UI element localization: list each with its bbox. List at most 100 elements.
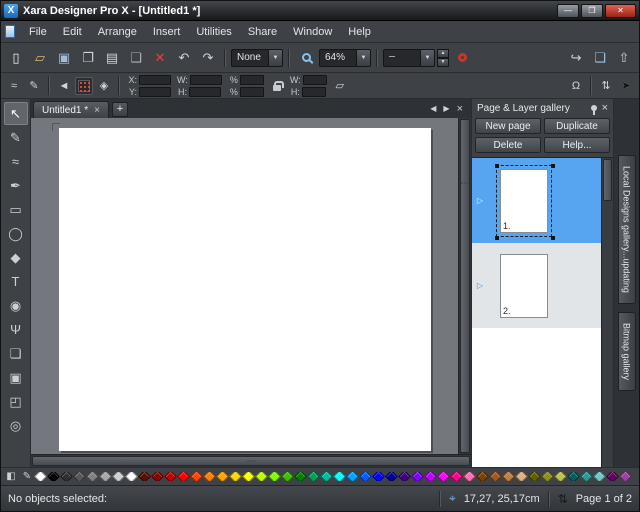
export-drawing-icon[interactable]: ↪ (565, 47, 587, 69)
color-swatch[interactable] (437, 472, 450, 481)
save-icon[interactable]: ▣ (53, 47, 75, 69)
back-arrow-icon[interactable]: ◄ (55, 77, 73, 95)
pen-tool[interactable]: ✒ (4, 174, 28, 197)
y-position-field[interactable] (139, 87, 171, 97)
color-swatch[interactable] (34, 472, 47, 481)
duplicate-icon[interactable]: ❏ (125, 47, 147, 69)
color-swatch[interactable] (125, 472, 138, 481)
page-thumbnail[interactable]: 2. (500, 254, 548, 318)
gallery-button[interactable]: Duplicate (544, 118, 610, 134)
web-preview-icon[interactable]: ❏ (589, 47, 611, 69)
canvas[interactable] (31, 118, 458, 454)
red-circle-icon[interactable] (451, 47, 473, 69)
gallery-close-icon[interactable]: × (602, 102, 608, 114)
selector-tool[interactable]: ↖ (4, 102, 28, 125)
copy-icon[interactable]: ❐ (77, 47, 99, 69)
delete-icon[interactable]: ✕ (149, 47, 171, 69)
shadow-tool[interactable]: ❏ (4, 342, 28, 365)
color-swatch[interactable] (281, 472, 294, 481)
color-swatch[interactable] (99, 472, 112, 481)
stroke-width-dropdown[interactable]: None ▼ (231, 49, 283, 67)
feather-stepper[interactable]: ▲ ▼ (437, 49, 449, 67)
new-tab-button[interactable]: + (112, 102, 128, 117)
fill-tool[interactable]: ◉ (4, 294, 28, 317)
next-tab-icon[interactable]: ▶ (443, 104, 449, 113)
zoom-level-dropdown[interactable]: 64% ▼ (319, 49, 371, 67)
skew-icon[interactable]: ▱ (331, 77, 349, 95)
menu-item[interactable]: Arrange (90, 23, 145, 41)
color-swatch[interactable] (216, 472, 229, 481)
vertical-scrollbar[interactable] (458, 118, 471, 454)
color-swatch[interactable] (463, 472, 476, 481)
gallery-button[interactable]: New page (475, 118, 541, 134)
scale-height-field[interactable] (240, 87, 264, 97)
color-swatch[interactable] (567, 472, 580, 481)
tab-close-icon[interactable]: × (94, 105, 100, 116)
gallery-scroll-thumb[interactable] (603, 159, 612, 201)
color-swatch[interactable] (268, 472, 281, 481)
horizontal-scrollbar[interactable]: ⋯ (31, 454, 471, 467)
color-swatch[interactable] (307, 472, 320, 481)
zoom-tool[interactable]: ◎ (4, 414, 28, 437)
expand-arrow-icon[interactable]: ▷ (472, 281, 488, 290)
color-swatch[interactable] (177, 472, 190, 481)
width2-field[interactable] (303, 75, 327, 85)
restore-button[interactable]: ❐ (581, 4, 603, 18)
color-swatch[interactable] (385, 472, 398, 481)
color-swatch[interactable] (372, 472, 385, 481)
open-file-icon[interactable]: ▱ (29, 47, 51, 69)
color-swatch[interactable] (489, 472, 502, 481)
quickshape-tool[interactable]: ◆ (4, 246, 28, 269)
close-document-icon[interactable]: × (457, 103, 463, 115)
color-swatch[interactable] (151, 472, 164, 481)
color-swatch[interactable] (528, 472, 541, 481)
palette-options-icon[interactable]: ◧ (4, 470, 18, 484)
snap-grid-icon[interactable] (75, 77, 93, 95)
color-swatch[interactable] (255, 472, 268, 481)
paste-icon[interactable]: ▤ (101, 47, 123, 69)
horizontal-scroll-thumb[interactable]: ⋯ (32, 456, 470, 466)
color-swatch[interactable] (294, 472, 307, 481)
color-swatch[interactable] (398, 472, 411, 481)
contour-tool[interactable]: ◰ (4, 390, 28, 413)
menu-item[interactable]: Insert (145, 23, 189, 41)
color-swatch[interactable] (190, 472, 203, 481)
color-swatch[interactable] (320, 472, 333, 481)
color-swatch[interactable] (619, 472, 632, 481)
color-swatch[interactable] (333, 472, 346, 481)
menu-item[interactable]: Help (340, 23, 379, 41)
document-tab[interactable]: Untitled1 * × (33, 101, 109, 118)
document-page[interactable] (59, 128, 431, 451)
snap-to-objects-icon[interactable]: Ω (567, 77, 585, 95)
color-swatch[interactable] (164, 472, 177, 481)
text-tool[interactable]: T (4, 270, 28, 293)
freehand-brush-tool[interactable]: ✎ (4, 126, 28, 149)
color-swatch[interactable] (450, 472, 463, 481)
line-gallery-dropdown[interactable]: ┄ ▼ (383, 49, 435, 67)
gallery-button[interactable]: Help... (544, 137, 610, 153)
new-document-icon[interactable]: ▯ (5, 47, 27, 69)
page-flip-icon[interactable]: ⇅ (558, 492, 568, 506)
minimize-button[interactable]: — (557, 4, 579, 18)
apply-arrow-icon[interactable]: ➤ (617, 77, 635, 95)
rectangle-tool[interactable]: ▭ (4, 198, 28, 221)
color-swatch[interactable] (229, 472, 242, 481)
gallery-tab[interactable]: Local Designs gallery...updating (618, 155, 636, 304)
color-swatch[interactable] (476, 472, 489, 481)
menu-item[interactable]: Edit (55, 23, 90, 41)
width-field[interactable] (190, 75, 222, 85)
pin-icon[interactable] (591, 105, 597, 111)
brush-edit-icon[interactable]: ✎ (25, 77, 43, 95)
bevel-tool[interactable]: ▣ (4, 366, 28, 389)
lock-aspect-icon[interactable] (268, 77, 286, 95)
color-swatch[interactable] (541, 472, 554, 481)
color-swatch[interactable] (424, 472, 437, 481)
color-swatch[interactable] (411, 472, 424, 481)
color-swatch[interactable] (515, 472, 528, 481)
rotation-center-icon[interactable]: ◈ (95, 77, 113, 95)
shape-editor-tool[interactable]: ≈ (4, 150, 28, 173)
prev-tab-icon[interactable]: ◀ (430, 104, 436, 113)
share-icon[interactable]: ⇧ (613, 47, 635, 69)
page-list-item[interactable]: ▷ 2. (472, 243, 601, 328)
gallery-button[interactable]: Delete (475, 137, 541, 153)
